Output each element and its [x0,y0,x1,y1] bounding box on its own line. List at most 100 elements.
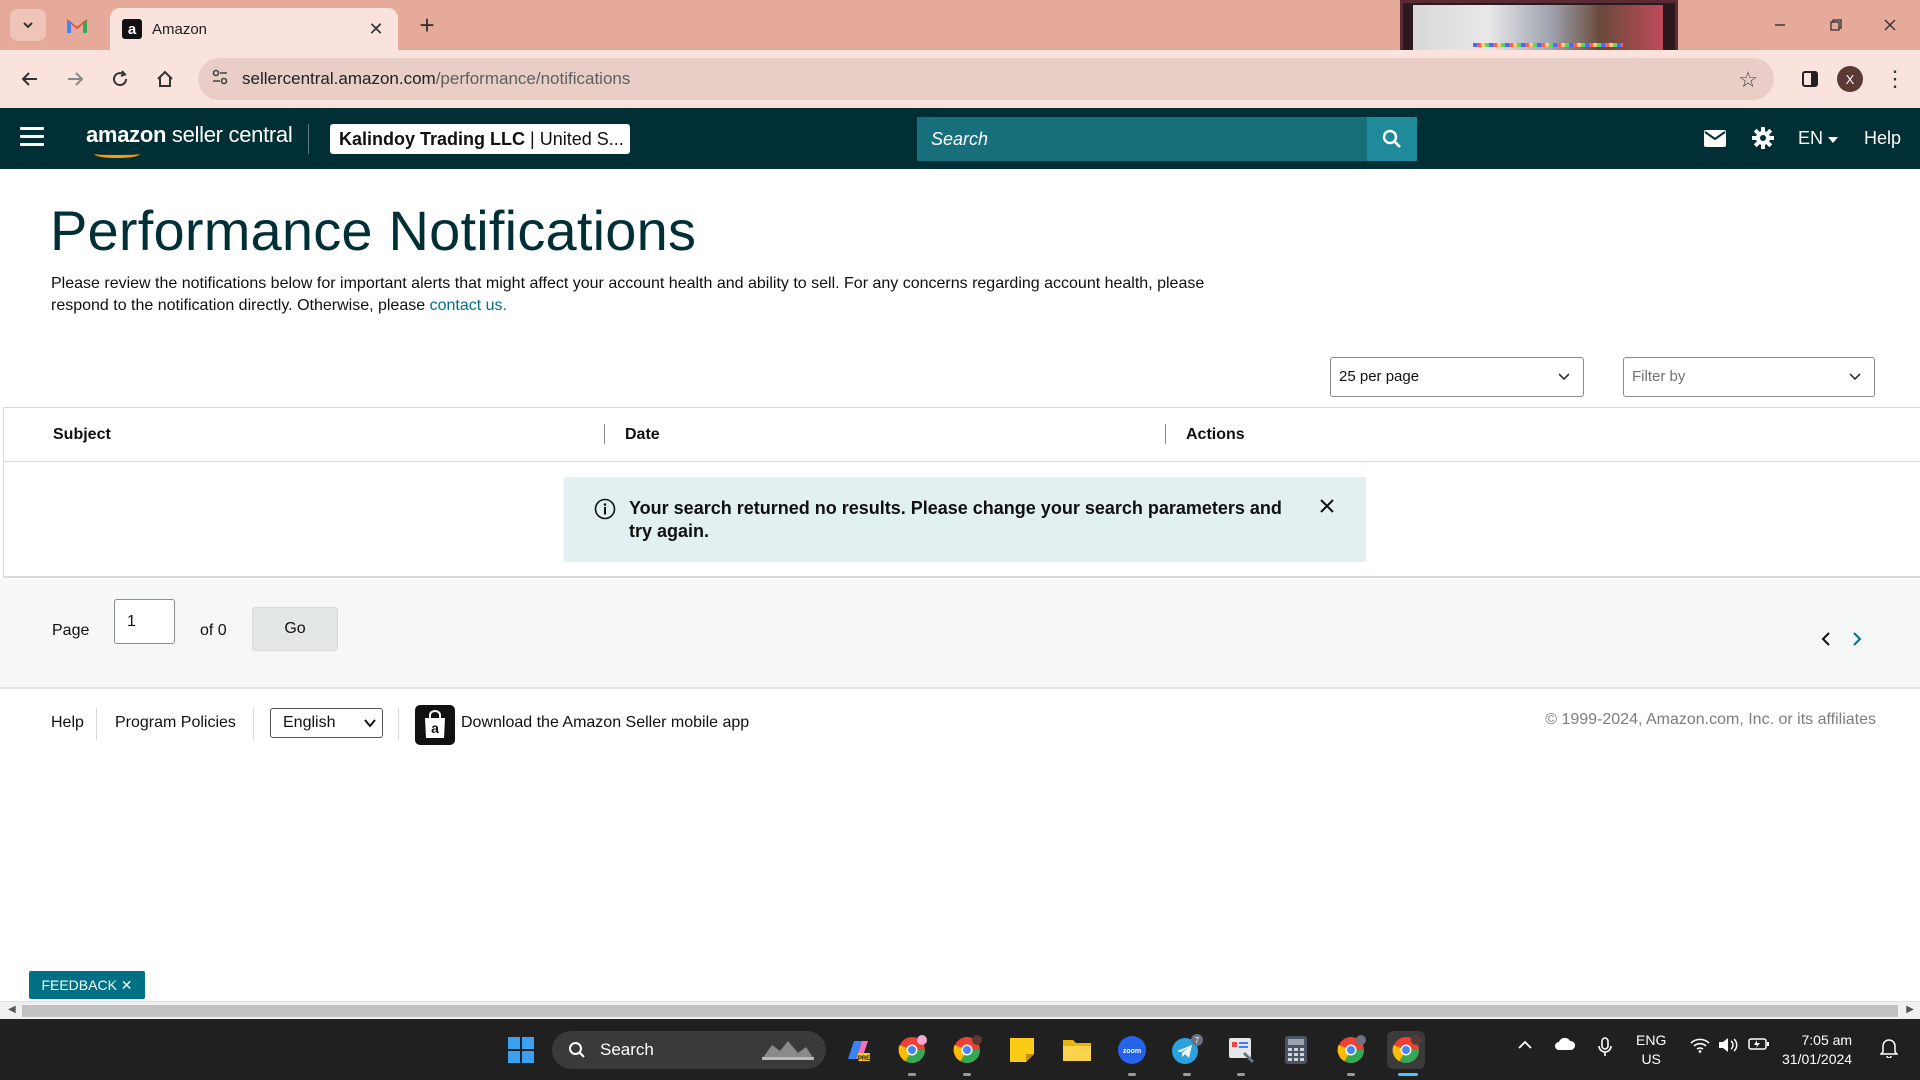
notification-bell-icon[interactable] [1879,1038,1899,1062]
browser-menu-icon[interactable]: ⋮ [1880,64,1910,94]
telegram-icon[interactable]: 7 [1168,1031,1206,1069]
restore-icon [1830,19,1842,31]
page-number-input[interactable] [114,599,175,644]
search-button[interactable] [1367,117,1417,161]
settings-gear-icon[interactable] [1752,127,1774,154]
chrome-active-icon[interactable] [1387,1031,1425,1069]
no-results-alert: Your search returned no results. Please … [564,477,1366,562]
download-app-link[interactable]: Download the Amazon Seller mobile app [461,714,749,732]
minimize-button[interactable] [1760,10,1800,40]
table-header: Subject Date Actions [4,408,1920,462]
seller-app-icon[interactable]: a [415,705,455,745]
close-icon [1884,19,1896,31]
per-page-value: 25 per page [1339,368,1420,385]
volume-icon[interactable] [1718,1037,1738,1057]
arrow-right-icon [68,72,84,86]
horizontal-scrollbar[interactable]: ◀ ▶ [0,1001,1920,1019]
chrome-profile-2-icon[interactable] [948,1031,986,1069]
seller-central-logo[interactable]: amazon seller central [86,122,293,158]
footer-separator [398,708,399,740]
reload-button[interactable] [105,64,135,94]
home-button[interactable] [150,64,180,94]
language-selector[interactable]: EN [1798,128,1839,149]
filter-select[interactable]: Filter by [1623,357,1875,397]
header-help-link[interactable]: Help [1864,128,1901,149]
footer-separator [253,708,254,740]
hamburger-menu-icon[interactable] [20,127,44,149]
system-clock[interactable]: 7:05 am 31/01/2024 [1782,1031,1852,1069]
url-host: sellercentral.amazon.com [242,69,436,88]
mail-icon[interactable] [1704,130,1726,152]
battery-icon[interactable] [1748,1037,1770,1055]
chevron-down-icon [1558,373,1570,381]
scrollbar-thumb[interactable] [22,1005,1898,1017]
file-explorer-icon[interactable] [1058,1031,1096,1069]
intro-text: Please review the notifications below fo… [51,275,1205,314]
tab-close-icon[interactable]: ✕ [366,19,386,40]
side-panel-button[interactable] [1795,64,1825,94]
pip-video-thumbnail [1413,5,1663,51]
site-info-icon[interactable] [198,69,242,90]
snipping-tool-icon[interactable] [1222,1031,1260,1069]
taskbar-search[interactable]: Search [552,1031,826,1069]
zoom-icon[interactable]: zoom [1113,1031,1151,1069]
bookmark-star-icon[interactable]: ☆ [1738,67,1758,93]
close-window-button[interactable] [1870,10,1910,40]
search-highlight-icon [762,1041,814,1060]
amazon-favicon-icon: a [122,19,142,39]
chrome-profile-3-icon[interactable] [1332,1031,1370,1069]
footer-help-link[interactable]: Help [51,714,84,732]
svg-text:a: a [431,720,439,736]
calculator-icon[interactable] [1277,1031,1315,1069]
per-page-select[interactable]: 25 per page [1330,357,1584,397]
page-label: Page [52,622,90,639]
profile-avatar[interactable]: X [1837,66,1863,92]
microphone-icon[interactable] [1598,1037,1612,1061]
go-button[interactable]: Go [252,607,338,651]
column-header-subject[interactable]: Subject [53,426,111,444]
svg-text:PRE: PRE [858,1056,870,1062]
copilot-icon[interactable]: PRE [838,1031,876,1069]
active-tab[interactable]: a Amazon ✕ [110,8,398,50]
windows-start-icon[interactable] [502,1031,540,1069]
language-code: EN [1798,128,1824,148]
running-indicator [963,1073,971,1076]
restore-button[interactable] [1816,10,1856,40]
footer-program-policies-link[interactable]: Program Policies [115,714,236,732]
scroll-right-arrow-icon[interactable]: ▶ [1906,1004,1914,1015]
pip-taskbar-strip [1473,43,1623,47]
new-tab-button[interactable]: + [412,10,442,40]
back-button[interactable] [15,64,45,94]
column-header-date[interactable]: Date [625,426,660,444]
info-icon [594,498,616,520]
address-bar[interactable]: sellercentral.amazon.com/performance/not… [198,58,1774,100]
logo-seller-central-text: seller central [166,122,293,147]
seller-search-input[interactable] [917,117,1367,161]
tray-overflow-icon[interactable] [1518,1037,1532,1054]
no-results-message: Your search returned no results. Please … [629,498,1282,541]
chevron-right-icon[interactable] [1850,631,1864,647]
header-divider [308,124,309,154]
intro-paragraph: Please review the notifications below fo… [51,273,1251,317]
contact-us-link[interactable]: contact us. [430,297,507,314]
feedback-button[interactable]: FEEDBACK ✕ [29,971,145,999]
input-language-indicator[interactable]: ENG US [1636,1031,1666,1069]
account-switcher[interactable]: Kalindoy Trading LLC | United S... [330,124,630,154]
sticky-notes-icon[interactable] [1003,1031,1041,1069]
scroll-left-arrow-icon[interactable]: ◀ [8,1004,16,1015]
browser-toolbar: sellercentral.amazon.com/performance/not… [0,50,1920,108]
tab-search-button[interactable] [10,9,46,41]
taskbar-search-label: Search [600,1040,654,1059]
forward-button[interactable] [60,64,90,94]
wifi-icon[interactable] [1690,1037,1710,1057]
clock-time: 7:05 am [1801,1032,1853,1048]
footer-language-select[interactable]: English [270,708,383,738]
chrome-profile-1-icon[interactable] [893,1031,931,1069]
chevron-down-icon [1849,373,1861,381]
chevron-left-icon[interactable] [1819,631,1833,647]
gmail-tab[interactable] [62,11,92,39]
close-icon[interactable] [1318,497,1336,515]
onedrive-icon[interactable] [1554,1037,1576,1055]
account-name: Kalindoy Trading LLC [339,129,526,149]
seller-central-header: amazon seller central Kalindoy Trading L… [0,108,1920,169]
